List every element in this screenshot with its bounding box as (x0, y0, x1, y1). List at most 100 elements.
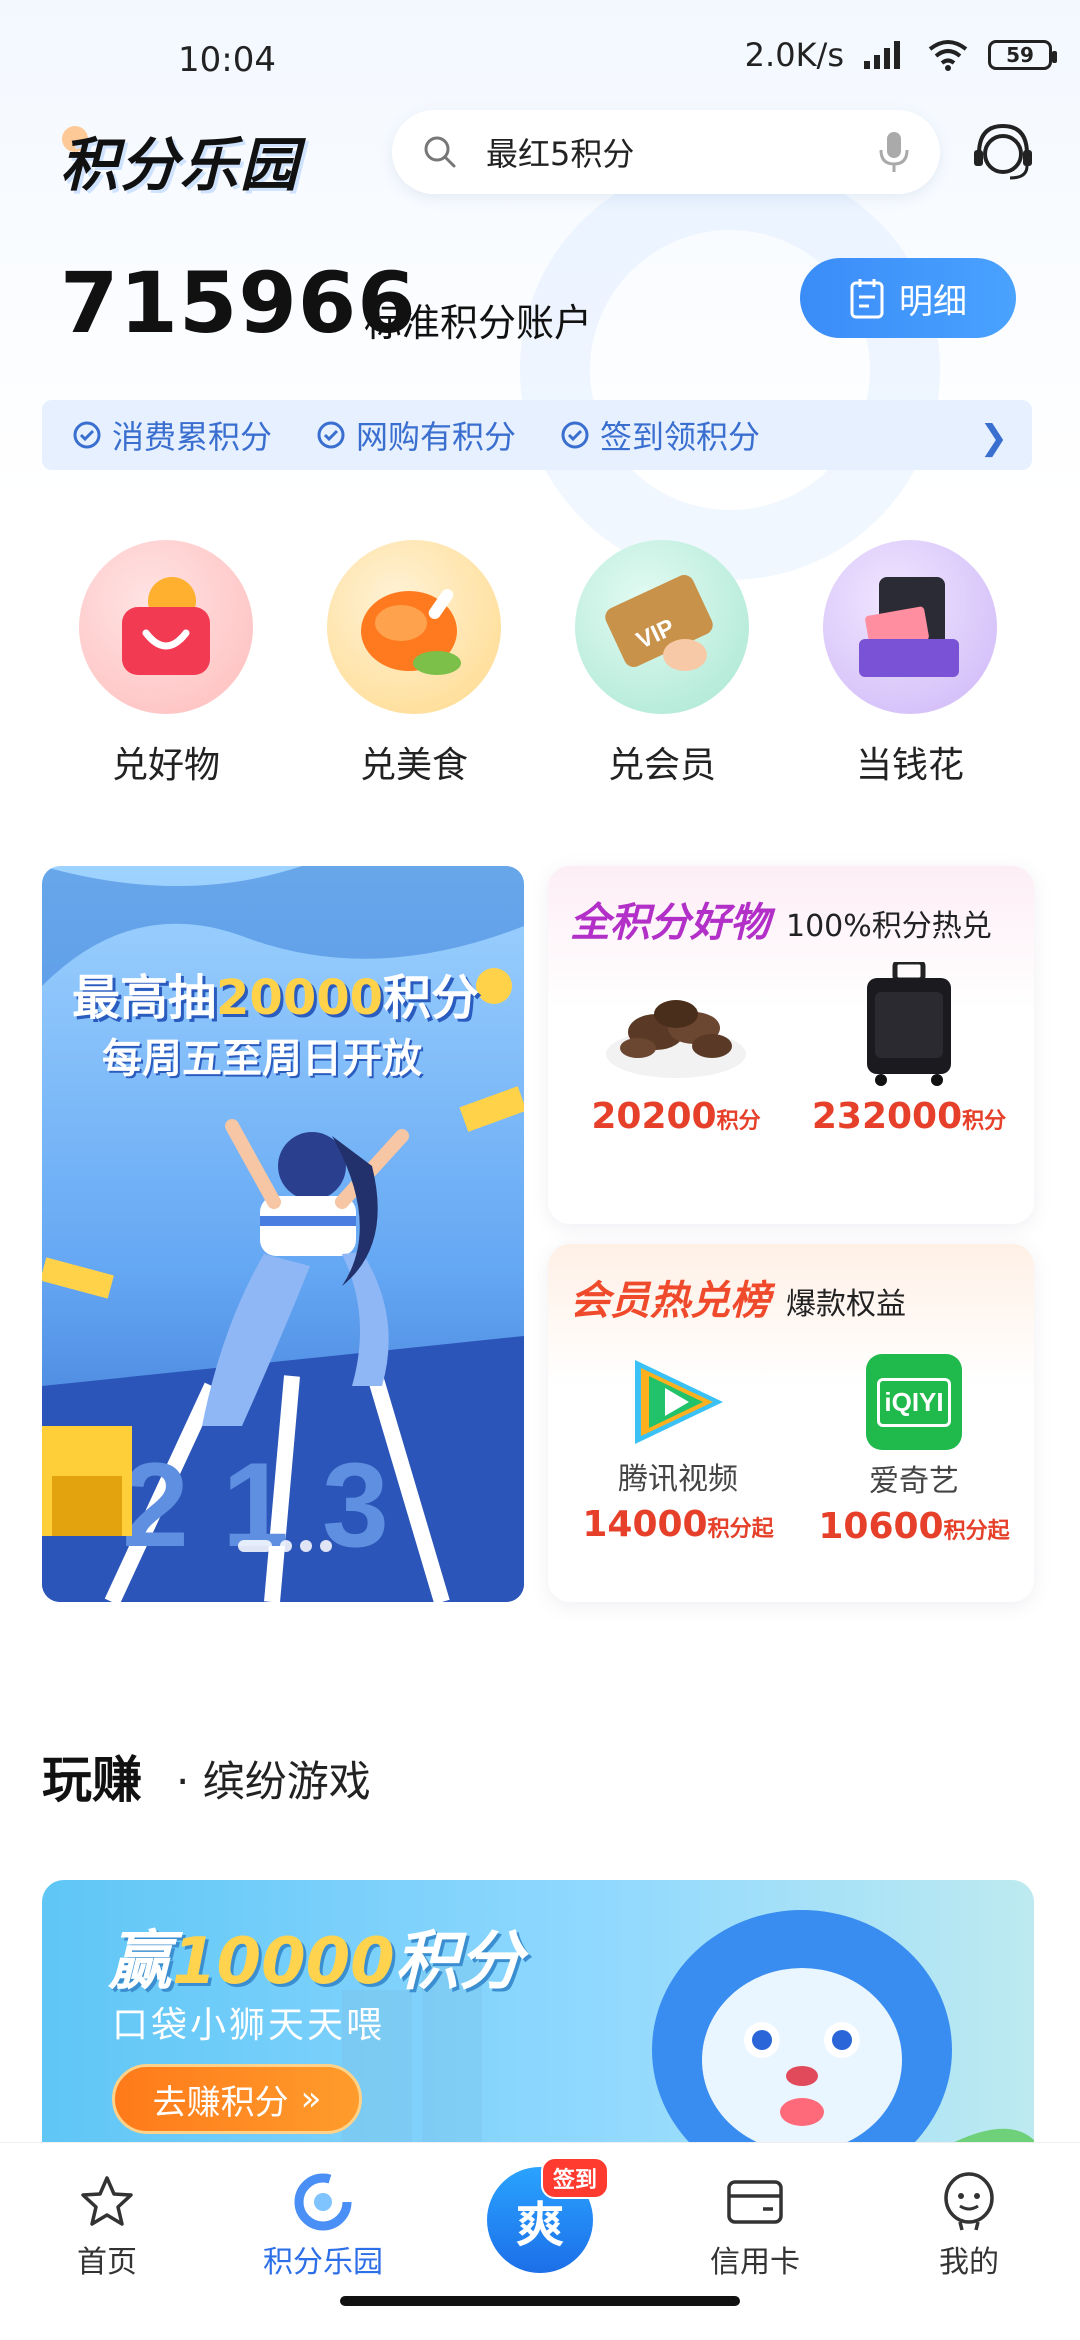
member-price: 10600积分起 (804, 1506, 1024, 1547)
section-subtitle: · 缤纷游戏 (176, 1757, 371, 1806)
iqiyi-logo-text: iQIYI (877, 1377, 951, 1427)
member-item[interactable]: 腾讯视频 14000积分起 (568, 1354, 788, 1545)
nav-sign-in[interactable]: 爽 签到 (465, 2143, 615, 2273)
tag-item[interactable]: 消费累积分 (72, 412, 272, 458)
tag-label: 签到领积分 (600, 418, 761, 456)
category-goods[interactable]: 兑好物 (76, 540, 256, 788)
tag-item[interactable]: 网购有积分 (316, 412, 516, 458)
product-price-unit: 积分 (716, 1109, 761, 1134)
member-price-value: 10600 (818, 1506, 944, 1547)
carousel-indicator (238, 1540, 332, 1552)
game-headline-highlight: 10000 (172, 1925, 395, 1999)
tencent-video-logo (635, 1360, 723, 1444)
member-name: 腾讯视频 (618, 1462, 738, 1497)
product-price-value: 232000 (811, 1096, 963, 1137)
product-price: 232000积分 (804, 1096, 1014, 1137)
member-price-unit: 积分起 (943, 1519, 1010, 1544)
check-circle-icon (317, 421, 345, 449)
game-headline-suffix: 积分 (394, 1925, 523, 1999)
nav-label: 我的 (939, 2245, 999, 2280)
mushroom-product-image (606, 1000, 746, 1078)
member-item[interactable]: iQIYI 爱奇艺 10600积分起 (804, 1354, 1024, 1547)
status-time: 10:04 (178, 40, 276, 80)
signal-icon (864, 41, 900, 69)
member-card-header: 会员热兑榜 爆款权益 (570, 1268, 906, 1326)
earn-points-tag-bar[interactable]: 消费累积分 网购有积分 签到领积分 ❯ (42, 400, 1032, 470)
banner-headline-suffix: 积分 (383, 970, 480, 1026)
detail-button[interactable]: 明细 (800, 258, 1016, 338)
earn-points-button-label: 去赚积分 (152, 2082, 289, 2123)
vip-card-icon: VIP (575, 540, 749, 714)
sign-in-badge: 签到 (540, 2157, 609, 2199)
product-price: 20200积分 (576, 1096, 776, 1137)
banner-headline: 最高抽20000积分 (72, 958, 479, 1028)
nav-points-park[interactable]: 积分乐园 (248, 2167, 398, 2281)
nav-profile[interactable]: 我的 (894, 2167, 1044, 2281)
wallet-cash-icon (823, 540, 997, 714)
points-account-label: 标准积分账户 (364, 301, 593, 345)
banner-headline-highlight: 20000 (216, 970, 384, 1026)
category-vip[interactable]: VIP 兑会员 (572, 540, 752, 788)
nav-credit-card[interactable]: 信用卡 (680, 2167, 830, 2281)
member-ranking-card[interactable]: 会员热兑榜 爆款权益 腾讯视频 14000积分起 iQIYI 爱奇艺 10600… (548, 1244, 1034, 1602)
document-icon (850, 279, 884, 319)
network-speed: 2.0K/s (744, 36, 844, 74)
member-price-value: 14000 (582, 1504, 708, 1545)
goods-card-subtitle: 100%积分热兑 (786, 909, 992, 944)
game-subline: 口袋小狮天天喂 (112, 2005, 386, 2046)
microphone-icon[interactable] (878, 130, 910, 174)
goods-card-header: 全积分好物 100%积分热兑 (570, 890, 992, 948)
category-food[interactable]: 兑美食 (324, 540, 504, 788)
lottery-banner[interactable]: 2 1 3 最高抽20000积分 每周五至周日开放 (42, 866, 524, 1602)
earn-points-button[interactable]: 去赚积分 » (112, 2064, 362, 2134)
category-label: 兑美食 (359, 745, 468, 786)
home-indicator[interactable] (340, 2296, 740, 2306)
sign-in-icon: 爽 签到 (487, 2157, 609, 2273)
game-banner[interactable]: 赢10000积分 口袋小狮天天喂 去赚积分 » (42, 1880, 1034, 2180)
product-item[interactable]: 20200积分 (576, 962, 776, 1137)
profile-icon (944, 2172, 994, 2231)
nav-label: 信用卡 (710, 2245, 800, 2280)
product-price-unit: 积分 (962, 1109, 1007, 1134)
status-icons: 2.0K/s 59 (744, 36, 1057, 74)
double-chevron-right-icon: » (300, 2079, 322, 2119)
member-price: 14000积分起 (568, 1504, 788, 1545)
category-label: 兑好物 (111, 745, 220, 786)
suitcase-product-image (867, 959, 951, 1086)
check-circle-icon (73, 421, 101, 449)
banner-headline-prefix: 最高抽 (72, 970, 217, 1026)
credit-card-icon (727, 2180, 783, 2224)
member-name: 爱奇艺 (869, 1464, 959, 1499)
chevron-right-icon[interactable]: ❯ (980, 418, 1009, 458)
search-icon (424, 136, 456, 168)
customer-service-icon[interactable] (968, 118, 1038, 188)
section-title: 玩赚 (42, 1751, 142, 1809)
banner-subline: 每周五至周日开放 (102, 1036, 422, 1082)
member-price-unit: 积分起 (707, 1517, 774, 1542)
search-bar[interactable]: 最红5积分 (392, 110, 940, 194)
category-label: 兑会员 (607, 745, 716, 786)
category-label: 当钱花 (855, 745, 964, 786)
product-item[interactable]: 232000积分 (804, 959, 1014, 1137)
detail-button-label: 明细 (899, 281, 967, 322)
tag-label: 网购有积分 (356, 418, 517, 456)
battery-level: 59 (1006, 43, 1034, 67)
points-park-icon (294, 2173, 352, 2231)
bottom-navigation: 首页 积分乐园 爽 签到 信用卡 我的 (0, 2142, 1080, 2340)
member-card-title: 会员热兑榜 (570, 1278, 770, 1324)
battery-icon: 59 (988, 40, 1057, 70)
nav-label: 积分乐园 (263, 2245, 383, 2280)
member-card-subtitle: 爆款权益 (786, 1287, 906, 1322)
background-ring-decoration (520, 160, 940, 580)
category-cash[interactable]: 当钱花 (820, 540, 1000, 788)
nav-home[interactable]: 首页 (32, 2167, 182, 2281)
iqiyi-logo: iQIYI (866, 1354, 962, 1450)
game-headline-prefix: 赢 (108, 1925, 172, 1999)
search-input[interactable]: 最红5积分 (486, 129, 878, 175)
product-price-value: 20200 (591, 1096, 717, 1137)
star-icon (81, 2176, 133, 2226)
goods-card[interactable]: 全积分好物 100%积分热兑 20200积分 232000积分 (548, 866, 1034, 1224)
tag-item[interactable]: 签到领积分 (560, 412, 760, 458)
check-circle-icon (561, 421, 589, 449)
nav-label: 首页 (77, 2245, 137, 2280)
